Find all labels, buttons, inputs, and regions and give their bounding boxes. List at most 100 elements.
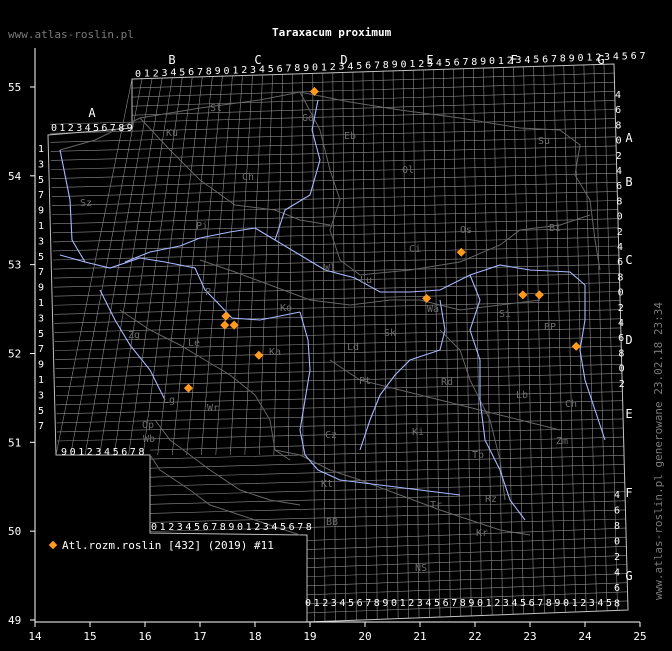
map-canvas: www.atlas-roslin.pl Taraxacum proximum w…	[0, 0, 672, 651]
grid-digit: 7	[38, 267, 44, 278]
region-label: Pi	[196, 221, 208, 232]
grid-digit: 7	[38, 344, 44, 355]
observation-marker[interactable]	[422, 293, 432, 303]
grid-digit: 6	[188, 67, 194, 78]
grid-digit: 1	[38, 221, 44, 232]
observation-marker[interactable]	[534, 290, 544, 300]
grid-digit: 5	[38, 406, 44, 417]
grid-digit: 8	[618, 348, 624, 359]
grid-digit: 9	[228, 522, 234, 533]
observation-marker[interactable]	[456, 247, 466, 257]
grid-digit: 6	[277, 64, 283, 75]
grid-digit: 7	[297, 522, 303, 533]
grid-line-v	[288, 73, 293, 456]
x-tick-label: 17	[193, 630, 206, 643]
grid-letter: E	[625, 407, 632, 421]
y-tick-label: 49	[8, 614, 21, 627]
grid-digit: 0	[224, 66, 230, 77]
grid-digit: 0	[135, 69, 141, 80]
grid-digit: 5	[533, 55, 539, 66]
grid-digit: 7	[211, 522, 217, 533]
grid-digit: 0	[489, 56, 495, 67]
legend-marker	[48, 540, 58, 550]
y-tick-label: 55	[8, 81, 21, 94]
grid-digit: 3	[516, 55, 522, 66]
grid-line-v	[432, 69, 441, 618]
grid-digit: 6	[614, 506, 620, 517]
grid-digit: 3	[427, 58, 433, 69]
grid-digit: 4	[524, 55, 530, 66]
grid-digit: 4	[271, 522, 277, 533]
observation-marker[interactable]	[518, 290, 528, 300]
grid-digit: 1	[314, 598, 320, 609]
grid-digit: 1	[409, 59, 415, 70]
grid-digit: 7	[285, 64, 291, 75]
grid-digit: 4	[170, 68, 176, 79]
grid-digit: 7	[462, 57, 468, 68]
grid-digit: 2	[322, 598, 328, 609]
grid-digit: 4	[436, 58, 442, 69]
region-label: P	[205, 287, 211, 298]
grid-digit: 4	[615, 90, 621, 101]
grid-letter: A	[625, 131, 633, 145]
x-tick-label: 16	[138, 630, 151, 643]
grid-digit: 6	[616, 181, 622, 192]
grid-line-h	[306, 573, 628, 587]
grid-digit: 3	[162, 68, 168, 79]
grid-line-v	[412, 70, 420, 618]
grid-digit: 6	[618, 333, 624, 344]
grid-digit: 4	[185, 522, 191, 533]
grid-digit: 9	[38, 360, 44, 371]
grid-line-h	[52, 236, 619, 252]
grid-digit: 2	[616, 151, 622, 162]
grid-letter: D	[625, 333, 632, 347]
grid-digit: 3	[263, 522, 269, 533]
grid-line-v	[332, 72, 336, 621]
grid-line-h	[52, 227, 619, 243]
x-tick-label: 15	[83, 630, 96, 643]
grid-line-h	[53, 273, 620, 288]
grid-digit: 4	[259, 65, 265, 76]
region-label: Ko	[280, 303, 292, 314]
grid-digit: 6	[617, 257, 623, 268]
grid-digit: 8	[614, 599, 620, 610]
grid-line-h	[52, 200, 618, 216]
region-label: Lg	[163, 395, 175, 406]
observation-marker[interactable]	[571, 341, 581, 351]
grid-digit: 1	[572, 598, 578, 609]
grid-digit: 7	[537, 598, 543, 609]
grid-digit: 9	[569, 53, 575, 64]
grid-line-v	[402, 70, 409, 619]
grid-digit: 0	[578, 53, 584, 64]
grid-digit: 6	[101, 123, 107, 134]
river	[99, 289, 166, 401]
grid-digit: 6	[357, 598, 363, 609]
grid-digit: 1	[59, 123, 65, 134]
observation-marker[interactable]	[254, 350, 264, 360]
grid-digit: 5	[38, 252, 44, 263]
grid-digit: 9	[303, 63, 309, 74]
grid-digit: 2	[254, 522, 260, 533]
grid-digit: 6	[203, 522, 209, 533]
grid-digit: 7	[110, 123, 116, 134]
grid-digit: 4	[511, 598, 517, 609]
grid-digit: 8	[220, 522, 226, 533]
region-label: Sz	[80, 198, 92, 209]
grid-digit: 6	[365, 61, 371, 72]
observation-marker[interactable]	[183, 383, 193, 393]
grid-line-h	[306, 536, 627, 550]
grid-digit: 7	[374, 60, 380, 71]
grid-digit: 8	[206, 66, 212, 77]
grid-digit: 6	[542, 54, 548, 65]
region-label: Eb	[344, 131, 356, 142]
grid-digit: 4	[85, 123, 91, 134]
region-label: Rd	[441, 377, 453, 388]
grid-digit: 9	[480, 57, 486, 68]
grid-digit: 3	[604, 52, 610, 63]
region-label: Cz	[325, 430, 337, 441]
grid-digit: 3	[331, 598, 337, 609]
grid-digit: 8	[118, 123, 124, 134]
grid-digit: 1	[232, 65, 238, 76]
grid-digit: 5	[348, 598, 354, 609]
grid-digit: 3	[503, 598, 509, 609]
